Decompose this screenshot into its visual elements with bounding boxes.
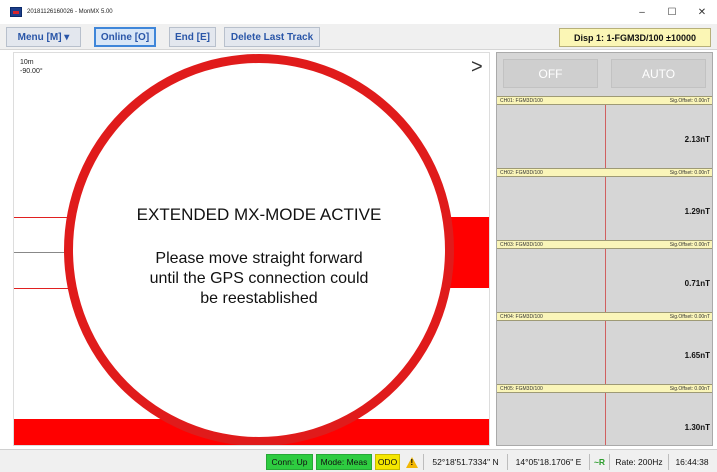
warning-indicator	[402, 454, 422, 470]
scale-distance: 10m	[20, 59, 34, 66]
channel-5[interactable]: CH05: FGM3D/100 Sig.Offset: 0.00nT 1.30n…	[497, 384, 712, 445]
channel-value: 1.29nT	[684, 207, 710, 216]
alert-line: until the GPS connection could	[149, 270, 369, 287]
channel-name: CH05: FGM3D/100	[500, 386, 543, 392]
channel-4[interactable]: CH04: FGM3D/100 Sig.Offset: 0.00nT 1.65n…	[497, 312, 712, 384]
channel-panel: OFF AUTO CH01: FGM3D/100 Sig.Offset: 0.0…	[496, 52, 713, 446]
window-controls: – ☐ ✕	[627, 0, 717, 24]
channel-name: CH04: FGM3D/100	[500, 314, 543, 320]
mx-mode-alert: EXTENDED MX-MODE ACTIVE Please move stra…	[64, 54, 454, 445]
status-bar: Conn: Up Mode: Meas ODO 52°18'51.7334" N…	[0, 449, 717, 472]
track-line	[14, 217, 74, 218]
window-title: 20181126160026 - MonMX 5.00	[27, 9, 113, 15]
channel-1[interactable]: CH01: FGM3D/100 Sig.Offset: 0.00nT 2.13n…	[497, 96, 712, 168]
channel-value: 1.65nT	[684, 351, 710, 360]
end-button[interactable]: End [E]	[169, 27, 216, 47]
clock: 16:44:38	[668, 454, 715, 470]
channel-name: CH03: FGM3D/100	[500, 242, 543, 248]
channel-value: 2.13nT	[684, 135, 710, 144]
menu-button[interactable]: Menu [M] ▾	[6, 27, 81, 47]
channel-3[interactable]: CH03: FGM3D/100 Sig.Offset: 0.00nT 0.71n…	[497, 240, 712, 312]
track-line	[14, 288, 74, 289]
mode-status: Mode: Meas	[316, 454, 372, 470]
channel-value: 0.71nT	[684, 279, 710, 288]
app-icon	[10, 7, 22, 17]
zero-marker	[605, 249, 606, 312]
alert-line: Please move straight forward	[155, 250, 363, 267]
minimize-button[interactable]: –	[627, 0, 657, 24]
gps-fix-indicator: ~R	[589, 454, 609, 470]
toolbar: Menu [M] ▾ Online [O] End [E] Delete Las…	[0, 24, 717, 50]
zero-marker	[605, 393, 606, 445]
signal-offset: Sig.Offset: 0.00nT	[669, 170, 710, 176]
channel-value: 1.30nT	[684, 423, 710, 432]
channel-header: CH01: FGM3D/100 Sig.Offset: 0.00nT	[497, 96, 712, 105]
alert-message: Please move straight forward until the G…	[73, 249, 445, 309]
alert-line: be reestablished	[200, 290, 318, 307]
zero-marker	[605, 321, 606, 384]
auto-button[interactable]: AUTO	[611, 59, 706, 88]
delete-last-track-button[interactable]: Delete Last Track	[224, 27, 320, 47]
channel-2[interactable]: CH02: FGM3D/100 Sig.Offset: 0.00nT 1.29n…	[497, 168, 712, 240]
display-selector[interactable]: Disp 1: 1-FGM3D/100 ±10000	[559, 28, 711, 47]
channel-header: CH05: FGM3D/100 Sig.Offset: 0.00nT	[497, 384, 712, 393]
scale-readout: 10m -90.00°	[20, 58, 43, 76]
channel-header: CH03: FGM3D/100 Sig.Offset: 0.00nT	[497, 240, 712, 249]
signal-offset: Sig.Offset: 0.00nT	[669, 98, 710, 104]
track-plot[interactable]: 10m -90.00° EXTENDED MX-MODE ACTIVE Plea…	[13, 52, 490, 446]
zero-marker	[605, 105, 606, 168]
zero-marker	[605, 177, 606, 240]
channel-header: CH04: FGM3D/100 Sig.Offset: 0.00nT	[497, 312, 712, 321]
chevron-right-icon[interactable]: >	[471, 56, 483, 79]
connection-status: Conn: Up	[266, 454, 313, 470]
channel-header: CH02: FGM3D/100 Sig.Offset: 0.00nT	[497, 168, 712, 177]
signal-offset: Sig.Offset: 0.00nT	[669, 242, 710, 248]
off-button[interactable]: OFF	[503, 59, 598, 88]
channel-name: CH02: FGM3D/100	[500, 170, 543, 176]
signal-offset: Sig.Offset: 0.00nT	[669, 314, 710, 320]
close-button[interactable]: ✕	[687, 0, 717, 24]
maximize-button[interactable]: ☐	[657, 0, 687, 24]
heading-angle: -90.00°	[20, 68, 43, 75]
odo-status: ODO	[375, 454, 400, 470]
channel-name: CH01: FGM3D/100	[500, 98, 543, 104]
title-bar: 20181126160026 - MonMX 5.00 – ☐ ✕	[0, 0, 717, 24]
latitude-readout: 52°18'51.7334" N	[423, 454, 507, 470]
warning-icon	[406, 456, 418, 468]
alert-title: EXTENDED MX-MODE ACTIVE	[136, 205, 382, 224]
signal-offset: Sig.Offset: 0.00nT	[669, 386, 710, 392]
longitude-readout: 14°05'18.1706" E	[507, 454, 589, 470]
online-button[interactable]: Online [O]	[94, 27, 156, 47]
sample-rate: Rate: 200Hz	[609, 454, 668, 470]
